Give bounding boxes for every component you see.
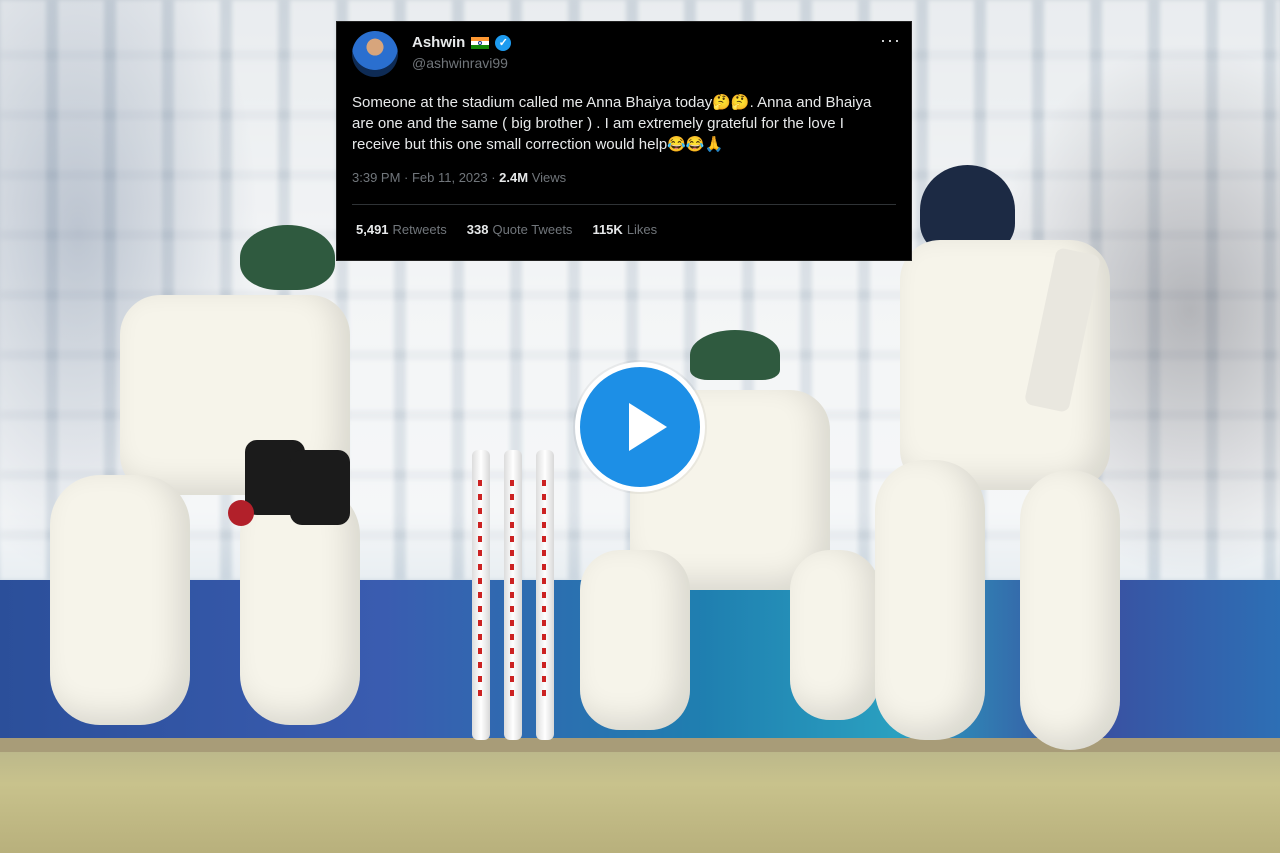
views-count: 2.4M	[499, 170, 529, 185]
author-handle[interactable]: @ashwinravi99	[412, 55, 508, 71]
retweets-count: 5,491	[356, 222, 389, 237]
retweets-label: Retweets	[392, 222, 447, 237]
fielder-leg-left	[580, 550, 690, 730]
keeper-leg-left	[50, 475, 190, 725]
tweet-card: Ashwin ✓ @ashwinravi99 ··· Someone at th…	[336, 21, 912, 261]
video-thumbnail: Ashwin ✓ @ashwinravi99 ··· Someone at th…	[0, 0, 1280, 853]
tweet-stats: 5,491 Retweets 338 Quote Tweets 115K Likes	[356, 222, 657, 237]
stump-2	[504, 450, 522, 740]
likes-stat[interactable]: 115K Likes	[592, 222, 657, 237]
wicket-keeper	[30, 225, 370, 745]
likes-count: 115K	[592, 222, 623, 237]
stump-3	[536, 450, 554, 740]
likes-label: Likes	[626, 222, 658, 237]
batter-leg-right	[1020, 470, 1120, 750]
keeper-glove-right	[290, 450, 350, 525]
views-label: Views	[528, 170, 567, 185]
quote-tweets-stat[interactable]: 338 Quote Tweets	[467, 222, 573, 237]
author-row: Ashwin ✓	[412, 34, 512, 51]
fielder-cap	[690, 330, 780, 380]
stumps	[468, 450, 558, 740]
avatar[interactable]	[352, 31, 398, 77]
tweet-meta: 3:39 PM · Feb 11, 2023 · 2.4M Views	[352, 170, 566, 185]
tweet-text: Someone at the stadium called me Anna Bh…	[352, 94, 872, 153]
play-button[interactable]	[575, 362, 705, 492]
quote-count: 338	[466, 222, 489, 237]
quote-label: Quote Tweets	[492, 222, 573, 237]
divider	[352, 204, 896, 205]
india-flag-icon	[471, 36, 490, 49]
retweets-stat[interactable]: 5,491 Retweets	[356, 222, 447, 237]
verified-badge-icon: ✓	[495, 34, 512, 51]
more-options-icon[interactable]: ···	[880, 30, 901, 51]
stump-1	[472, 450, 490, 740]
tweet-timestamp[interactable]: 3:39 PM · Feb 11, 2023 ·	[352, 170, 499, 185]
batter-leg-left	[875, 460, 985, 740]
cricket-ball	[228, 500, 254, 526]
author-name[interactable]: Ashwin	[412, 34, 465, 51]
keeper-helmet	[240, 225, 335, 290]
cricket-pitch	[0, 738, 1280, 853]
